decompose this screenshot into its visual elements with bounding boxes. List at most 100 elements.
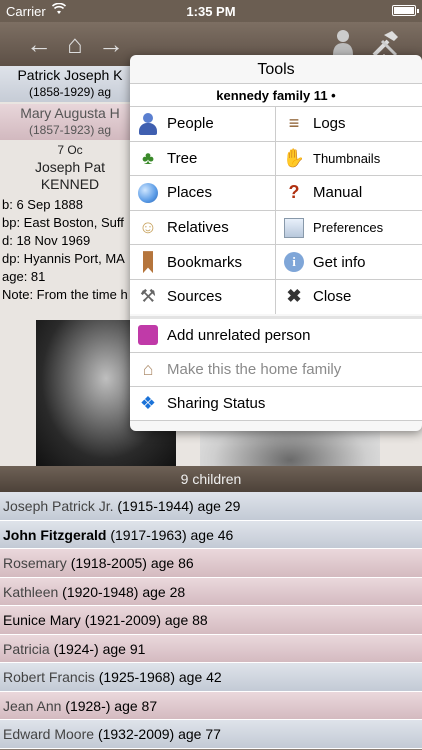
preferences-icon: [282, 216, 306, 240]
people-label: People: [167, 115, 214, 133]
preferences-button[interactable]: Preferences: [276, 210, 422, 245]
relatives-icon: ☺: [138, 217, 158, 238]
children-header: 9 children: [0, 466, 422, 492]
people-button[interactable]: People: [130, 107, 275, 141]
clock: 1:35 PM: [186, 4, 236, 19]
puzzle-icon: [136, 323, 160, 347]
thumbnails-button[interactable]: ✋ Thumbnails: [276, 141, 422, 176]
child-name: Patricia: [3, 640, 50, 657]
sources-label: Sources: [167, 288, 223, 306]
child-row[interactable]: Eunice Mary (1921-2009) age 88: [0, 606, 422, 635]
person-date: 7 Oc: [57, 143, 83, 157]
places-label: Places: [167, 184, 213, 202]
info-icon: i: [282, 250, 306, 274]
person-surname: KENNED: [40, 176, 100, 192]
fact-line: Note: From the time h: [2, 287, 128, 302]
add-unrelated-label: Add unrelated person: [167, 326, 311, 344]
child-name: Jean Ann: [3, 697, 62, 714]
manual-label: Manual: [313, 184, 363, 202]
question-icon: ?: [288, 182, 300, 203]
preferences-label: Preferences: [313, 220, 384, 236]
close-label: Close: [313, 288, 352, 306]
child-detail: (1928-) age 87: [65, 697, 158, 714]
make-home-family-button[interactable]: ⌂ Make this the home family: [130, 352, 422, 387]
logs-button[interactable]: ≡ Logs: [276, 107, 422, 141]
tools-actions: Add unrelated person ⌂ Make this the home…: [130, 315, 422, 421]
mother-name: Mary Augusta H: [20, 105, 120, 121]
back-arrow-icon[interactable]: ←: [24, 29, 54, 59]
fact-line: dp: Hyannis Port, MA: [2, 251, 125, 266]
tools-popover: Tools kennedy family 11 • People ≡ Logs ♣…: [130, 55, 422, 431]
child-row[interactable]: Robert Francis (1925-1968) age 42: [0, 663, 422, 692]
mother-years: (1857-1923) ag: [28, 123, 112, 137]
get-info-label: Get info: [313, 253, 366, 271]
make-home-label: Make this the home family: [167, 360, 342, 378]
sharing-label: Sharing Status: [167, 394, 266, 412]
child-row[interactable]: Patricia (1924-) age 91: [0, 634, 422, 663]
child-row[interactable]: Rosemary (1918-2005) age 86: [0, 549, 422, 578]
family-file-label: kennedy family 11: [216, 88, 328, 103]
person-facts: b: 6 Sep 1888 bp: East Boston, Suff d: 1…: [2, 196, 140, 304]
dropbox-icon: ❖: [139, 392, 157, 413]
logs-icon: ≡: [288, 113, 300, 134]
child-row[interactable]: Edward Moore (1932-2009) age 77: [0, 720, 422, 749]
tools-grid: People ≡ Logs ♣ Tree ✋ Thumbnails Places ? M…: [130, 107, 422, 314]
mother-box[interactable]: Mary Augusta H (1857-1923) ag: [0, 104, 140, 140]
child-name: Eunice Mary: [3, 612, 81, 628]
thumbnails-label: Thumbnails: [313, 150, 381, 166]
father-name: Patrick Joseph K: [17, 67, 123, 83]
thumbs-up-icon: ✋: [282, 147, 306, 168]
close-button[interactable]: ✖ Close: [276, 279, 422, 314]
bookmarks-label: Bookmarks: [167, 253, 243, 271]
child-row[interactable]: Joseph Patrick Jr. (1915-1944) age 29: [0, 492, 422, 521]
child-name: Rosemary: [3, 555, 67, 571]
status-bar: Carrier 1:35 PM: [0, 0, 422, 22]
manual-button[interactable]: ? Manual: [276, 176, 422, 210]
forward-arrow-icon[interactable]: →: [96, 29, 126, 59]
tree-label: Tree: [167, 149, 198, 167]
popover-title: Tools: [257, 61, 295, 78]
house-icon: ⌂: [142, 358, 154, 379]
child-name: Edward Moore: [3, 726, 95, 742]
sources-button[interactable]: ⚒ Sources: [130, 279, 275, 314]
child-detail: (1932-2009) age 77: [97, 726, 221, 742]
home-icon[interactable]: ⌂: [60, 29, 90, 59]
child-name: John Fitzgerald: [3, 526, 107, 543]
tree-icon: ♣: [142, 147, 154, 168]
child-detail: (1924-) age 91: [53, 640, 146, 657]
child-row[interactable]: Kathleen (1920-1948) age 28: [0, 577, 422, 606]
battery-icon: [392, 5, 419, 16]
fact-line: d: 18 Nov 1969: [2, 233, 91, 248]
fact-line: age: 81: [2, 269, 46, 284]
child-detail: (1917-1963) age 46: [110, 526, 234, 543]
logs-label: Logs: [313, 115, 346, 133]
child-name: Kathleen: [3, 583, 59, 600]
get-info-button[interactable]: i Get info: [276, 245, 422, 279]
bookmarks-button[interactable]: Bookmarks: [130, 245, 275, 279]
add-unrelated-person-button[interactable]: Add unrelated person: [130, 318, 422, 353]
fact-line: bp: East Boston, Suff: [2, 215, 124, 230]
child-detail: (1918-2005) age 86: [70, 555, 194, 571]
person-header: 7 Oc Joseph Pat KENNED: [0, 142, 140, 192]
people-icon: [136, 112, 160, 136]
father-years: (1858-1929) ag: [28, 85, 112, 99]
father-box[interactable]: Patrick Joseph K (1858-1929) ag: [0, 66, 140, 102]
child-name: Joseph Patrick Jr.: [3, 498, 114, 514]
child-name: Robert Francis: [3, 669, 95, 685]
child-detail: (1915-1944) age 29: [117, 498, 241, 514]
child-detail: (1920-1948) age 28: [62, 583, 186, 600]
close-icon: ✖: [286, 286, 302, 307]
child-detail: (1921-2009) age 88: [84, 612, 208, 628]
sharing-status-button[interactable]: ❖ Sharing Status: [130, 386, 422, 421]
family-file-name: kennedy family 11 •: [130, 83, 422, 107]
child-detail: (1925-1968) age 42: [98, 669, 222, 685]
children-list: Joseph Patrick Jr. (1915-1944) age 29 Jo…: [0, 492, 422, 749]
tree-button[interactable]: ♣ Tree: [130, 141, 275, 176]
child-row[interactable]: Jean Ann (1928-) age 87: [0, 691, 422, 720]
child-row[interactable]: John Fitzgerald (1917-1963) age 46: [0, 520, 422, 549]
relatives-label: Relatives: [167, 219, 229, 237]
shovel-icon: ⚒: [139, 286, 157, 307]
places-button[interactable]: Places: [130, 176, 275, 210]
fact-line: b: 6 Sep 1888: [2, 197, 83, 212]
relatives-button[interactable]: ☺ Relatives: [130, 210, 275, 245]
